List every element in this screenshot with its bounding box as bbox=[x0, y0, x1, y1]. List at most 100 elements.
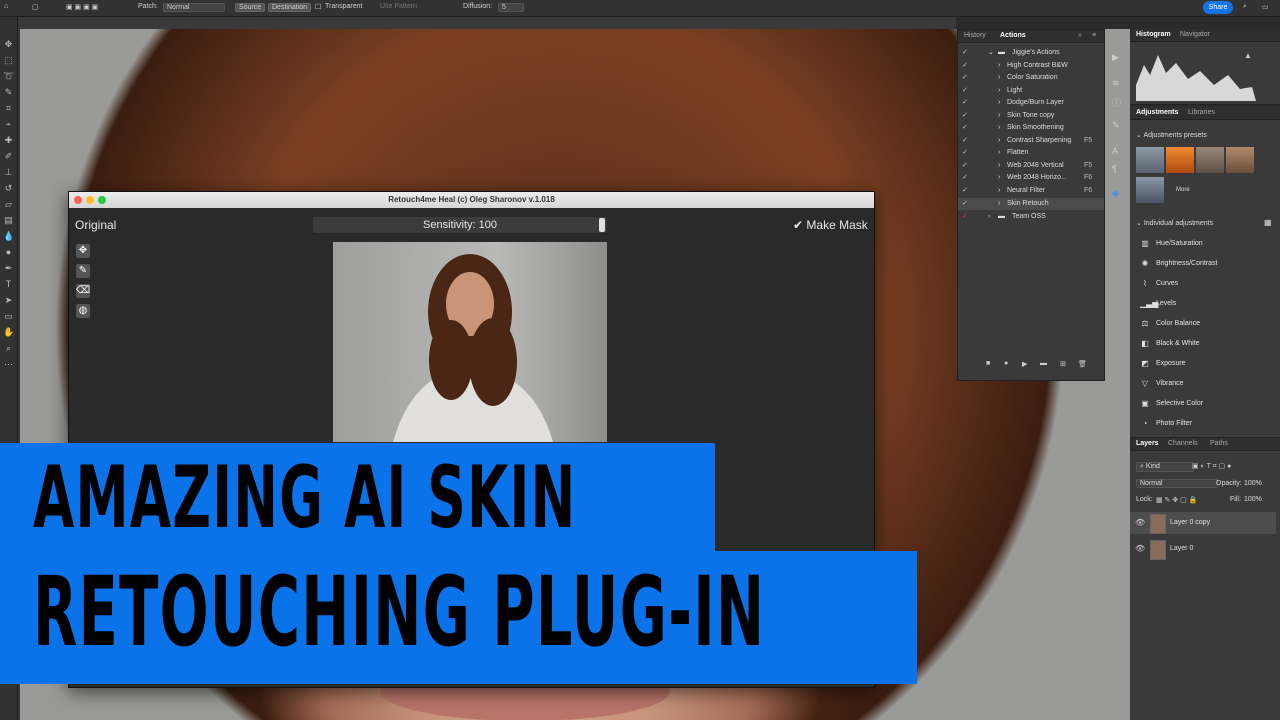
action-item[interactable]: ✓ › Color Saturation bbox=[958, 72, 1104, 84]
layer-row[interactable]: 👁 Layer 0 bbox=[1130, 538, 1276, 560]
properties-icon[interactable]: ≋ bbox=[1112, 78, 1120, 89]
action-item[interactable]: ✓ › Web 2048 Vertical F5 bbox=[958, 160, 1104, 172]
blur-tool-icon[interactable]: 💧 bbox=[3, 231, 14, 241]
zoom-tool-icon[interactable]: ⌕ bbox=[3, 343, 14, 353]
original-button[interactable]: Original bbox=[75, 218, 116, 232]
healing-tool-icon[interactable]: ✚ bbox=[3, 135, 14, 145]
chevron-right-icon[interactable]: › bbox=[998, 72, 1000, 84]
patch-tool-icon[interactable]: ▢ bbox=[32, 3, 39, 11]
adjustment-color-balance[interactable]: ⚖ Color Balance bbox=[1138, 317, 1278, 331]
lasso-tool-icon[interactable]: ➰ bbox=[3, 71, 14, 81]
quick-select-tool-icon[interactable]: ✎ bbox=[3, 87, 14, 97]
chevron-right-icon[interactable]: › bbox=[998, 97, 1000, 109]
chevron-right-icon[interactable]: › bbox=[998, 110, 1000, 122]
eye-icon[interactable]: 👁 bbox=[1135, 538, 1145, 560]
opacity-input[interactable]: 100% bbox=[1244, 480, 1262, 487]
play-action-icon[interactable]: ▶ bbox=[1112, 52, 1119, 63]
panel-menu-icon[interactable]: ≡ bbox=[1092, 32, 1096, 39]
use-pattern-button[interactable]: Use Pattern bbox=[380, 3, 417, 10]
more-presets-button[interactable]: More bbox=[1176, 187, 1190, 193]
preset-thumbnail[interactable] bbox=[1166, 147, 1194, 173]
collapse-icon[interactable]: » bbox=[1078, 32, 1082, 39]
source-button[interactable]: Source bbox=[235, 3, 266, 12]
chevron-right-icon[interactable]: › bbox=[998, 198, 1000, 210]
minimize-window-button[interactable] bbox=[86, 196, 94, 204]
adjustment-exposure[interactable]: ◩ Exposure bbox=[1138, 357, 1278, 371]
action-item[interactable]: ✓ › Dodge/Burn Layer bbox=[958, 97, 1104, 109]
chevron-right-icon[interactable]: › bbox=[998, 172, 1000, 184]
eraser-tool-icon[interactable]: ▱ bbox=[3, 199, 14, 209]
action-item[interactable]: ✓ › High Contrast B&W bbox=[958, 60, 1104, 72]
preset-thumbnail[interactable] bbox=[1196, 147, 1224, 173]
preset-thumbnail[interactable] bbox=[1226, 147, 1254, 173]
action-item[interactable]: ✓ › Neural Filter F6 bbox=[958, 185, 1104, 197]
paragraph-icon[interactable]: ¶ bbox=[1112, 164, 1117, 174]
path-select-tool-icon[interactable]: ➤ bbox=[3, 295, 14, 305]
checkmark-icon[interactable]: ✓ bbox=[962, 60, 968, 72]
workspace-icon[interactable]: ▭ bbox=[1262, 3, 1269, 11]
warning-icon[interactable]: ▲ bbox=[1244, 51, 1252, 60]
type-tool-icon[interactable]: T bbox=[3, 279, 14, 289]
action-item[interactable]: ✓ › Contrast Sharpening F5 bbox=[958, 135, 1104, 147]
action-set-row[interactable]: ✓ › ▬ Team OSS bbox=[958, 211, 1104, 223]
home-icon[interactable]: ⌂ bbox=[4, 3, 8, 10]
adjustment-black-white[interactable]: ◧ Black & White bbox=[1138, 337, 1278, 351]
chevron-right-icon[interactable]: › bbox=[998, 85, 1000, 97]
play-icon[interactable]: ▶ bbox=[1022, 360, 1027, 368]
gradient-tool-icon[interactable]: ▤ bbox=[3, 215, 14, 225]
adjustment-curves[interactable]: ⌇ Curves bbox=[1138, 277, 1278, 291]
checkmark-icon[interactable]: ✓ bbox=[962, 160, 968, 172]
tab-libraries[interactable]: Libraries bbox=[1188, 109, 1215, 116]
eye-icon[interactable]: 👁 bbox=[1135, 512, 1145, 534]
close-window-button[interactable] bbox=[74, 196, 82, 204]
action-item[interactable]: ✓ › Skin Smoothening bbox=[958, 122, 1104, 134]
zoom-window-button[interactable] bbox=[98, 196, 106, 204]
chevron-right-icon[interactable]: › bbox=[998, 147, 1000, 159]
chevron-right-icon[interactable]: › bbox=[988, 211, 990, 223]
action-item[interactable]: ✓ › Skin Tone copy bbox=[958, 110, 1104, 122]
chevron-right-icon[interactable]: › bbox=[998, 60, 1000, 72]
checkmark-icon[interactable]: ✓ bbox=[962, 211, 968, 223]
transparent-checkbox[interactable]: ☐ bbox=[315, 3, 321, 11]
action-item[interactable]: ✓ › Flatten bbox=[958, 147, 1104, 159]
action-set-row[interactable]: ✓ ⌄ ▬ Jiggie's Actions bbox=[958, 47, 1104, 59]
checkmark-icon[interactable]: ✓ bbox=[962, 147, 968, 159]
selection-mode-icons[interactable]: ▣ ▣ ▣ ▣ bbox=[66, 3, 98, 11]
adjustment-brightness-contrast[interactable]: ✺ Brightness/Contrast bbox=[1138, 257, 1278, 271]
stop-icon[interactable]: ■ bbox=[986, 360, 990, 367]
record-icon[interactable]: ● bbox=[1004, 360, 1008, 367]
plugin-icon[interactable]: ◆ bbox=[1112, 188, 1119, 199]
preset-thumbnail[interactable] bbox=[1136, 177, 1164, 203]
chevron-right-icon[interactable]: › bbox=[998, 122, 1000, 134]
dodge-tool-icon[interactable]: ● bbox=[3, 247, 14, 257]
chevron-right-icon[interactable]: › bbox=[998, 185, 1000, 197]
new-set-icon[interactable]: ▬ bbox=[1040, 360, 1047, 367]
checkmark-icon[interactable]: ✓ bbox=[962, 198, 968, 210]
plugin-title-bar[interactable]: Retouch4me Heal (c) Oleg Sharonov v.1.01… bbox=[69, 192, 874, 208]
blend-mode-select[interactable]: Normal bbox=[1136, 479, 1218, 488]
action-item[interactable]: ✓ › Light bbox=[958, 85, 1104, 97]
shape-tool-icon[interactable]: ▭ bbox=[3, 311, 14, 321]
diffusion-select[interactable]: 5 bbox=[498, 3, 524, 12]
chevron-down-icon[interactable]: ⌄ bbox=[988, 47, 994, 59]
tab-paths[interactable]: Paths bbox=[1210, 440, 1228, 447]
adjustment-selective-color[interactable]: ▣ Selective Color bbox=[1138, 397, 1278, 411]
layer-row-selected[interactable]: 👁 Layer 0 copy bbox=[1130, 512, 1276, 534]
grid-view-icon[interactable]: ▦ bbox=[1264, 218, 1272, 227]
individual-adjustments-header[interactable]: ⌄ Individual adjustments bbox=[1136, 219, 1213, 227]
adjustment-hue-saturation[interactable]: ▥ Hue/Saturation bbox=[1138, 237, 1278, 251]
tab-channels[interactable]: Channels bbox=[1168, 440, 1198, 447]
character-icon[interactable]: A bbox=[1112, 146, 1118, 156]
patch-mode-select[interactable]: Normal bbox=[163, 3, 225, 12]
stamp-tool-icon[interactable]: ⊥ bbox=[3, 167, 14, 177]
globe-icon[interactable]: ◍ bbox=[76, 304, 90, 318]
eraser-icon[interactable]: ⌫ bbox=[76, 284, 90, 298]
tab-adjustments[interactable]: Adjustments bbox=[1136, 109, 1178, 116]
move-icon[interactable]: ✥ bbox=[76, 244, 90, 258]
preset-thumbnail[interactable] bbox=[1136, 147, 1164, 173]
checkmark-icon[interactable]: ✓ bbox=[962, 47, 968, 59]
chevron-right-icon[interactable]: › bbox=[998, 160, 1000, 172]
checkmark-icon[interactable]: ✓ bbox=[962, 110, 968, 122]
pen-tool-icon[interactable]: ✒ bbox=[3, 263, 14, 273]
checkmark-icon[interactable]: ✓ bbox=[962, 172, 968, 184]
